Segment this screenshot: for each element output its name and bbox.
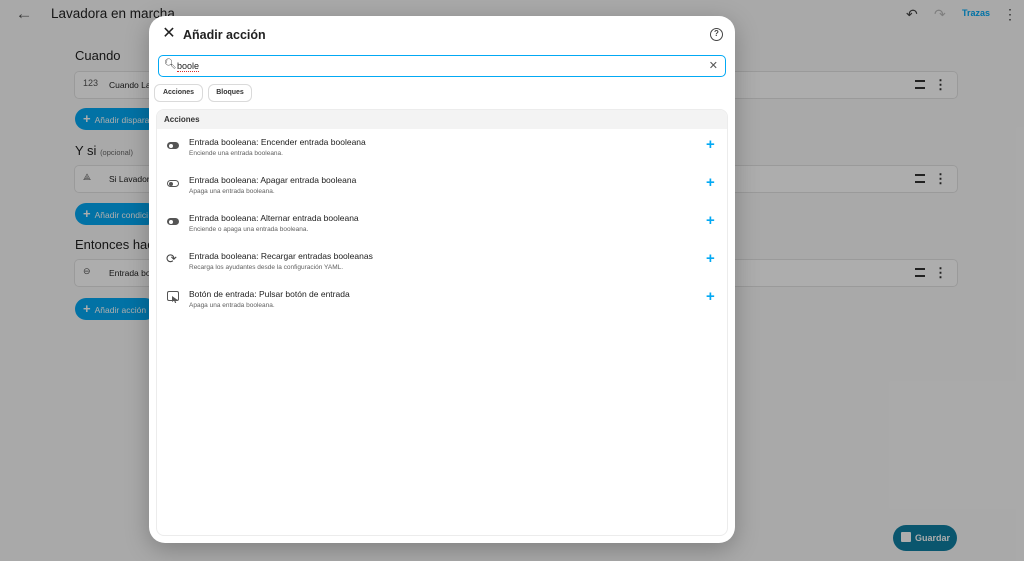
add-action-dialog: ✕ Añadir acción ? 🔍︎ boole ✕ Acciones Bl… [149,16,735,543]
item-title: Entrada booleana: Apagar entrada boolean… [189,175,357,185]
item-title: Entrada booleana: Encender entrada boole… [189,137,366,147]
toggle-on-icon [167,218,179,225]
item-description: Enciende una entrada booleana. [189,150,283,157]
item-title: Botón de entrada: Pulsar botón de entrad… [189,289,350,299]
list-item[interactable]: ⟳ Entrada booleana: Recargar entradas bo… [157,244,727,280]
chip-blocks[interactable]: Bloques [208,84,252,102]
list-item[interactable]: Entrada booleana: Apagar entrada boolean… [157,168,727,204]
clear-icon[interactable]: ✕ [709,59,718,72]
list-item[interactable]: Botón de entrada: Pulsar botón de entrad… [157,282,727,318]
actions-list: Acciones Entrada booleana: Encender entr… [156,109,728,536]
reload-icon: ⟳ [166,251,177,266]
list-header: Acciones [157,110,727,129]
search-input[interactable]: 🔍︎ boole ✕ [158,55,726,77]
add-icon[interactable]: + [706,250,715,267]
list-item[interactable]: Entrada booleana: Alternar entrada boole… [157,206,727,242]
add-icon[interactable]: + [706,136,715,153]
item-description: Recarga los ayudantes desde la configura… [189,264,344,271]
add-icon[interactable]: + [706,212,715,229]
search-icon: 🔍︎ [164,59,177,70]
dialog-title: Añadir acción [183,28,266,42]
item-description: Enciende o apaga una entrada booleana. [189,226,309,233]
list-item[interactable]: Entrada booleana: Encender entrada boole… [157,130,727,166]
add-icon[interactable]: + [706,174,715,191]
toggle-off-icon [167,180,179,187]
button-press-icon [167,291,179,301]
add-icon[interactable]: + [706,288,715,305]
item-description: Apaga una entrada booleana. [189,302,275,309]
item-title: Entrada booleana: Recargar entradas bool… [189,251,373,261]
toggle-on-icon [167,142,179,149]
search-value: boole [177,61,200,72]
chip-actions[interactable]: Acciones [154,84,203,102]
item-description: Apaga una entrada booleana. [189,188,275,195]
help-icon[interactable]: ? [710,28,723,41]
item-title: Entrada booleana: Alternar entrada boole… [189,213,359,223]
close-icon[interactable]: ✕ [161,26,177,42]
